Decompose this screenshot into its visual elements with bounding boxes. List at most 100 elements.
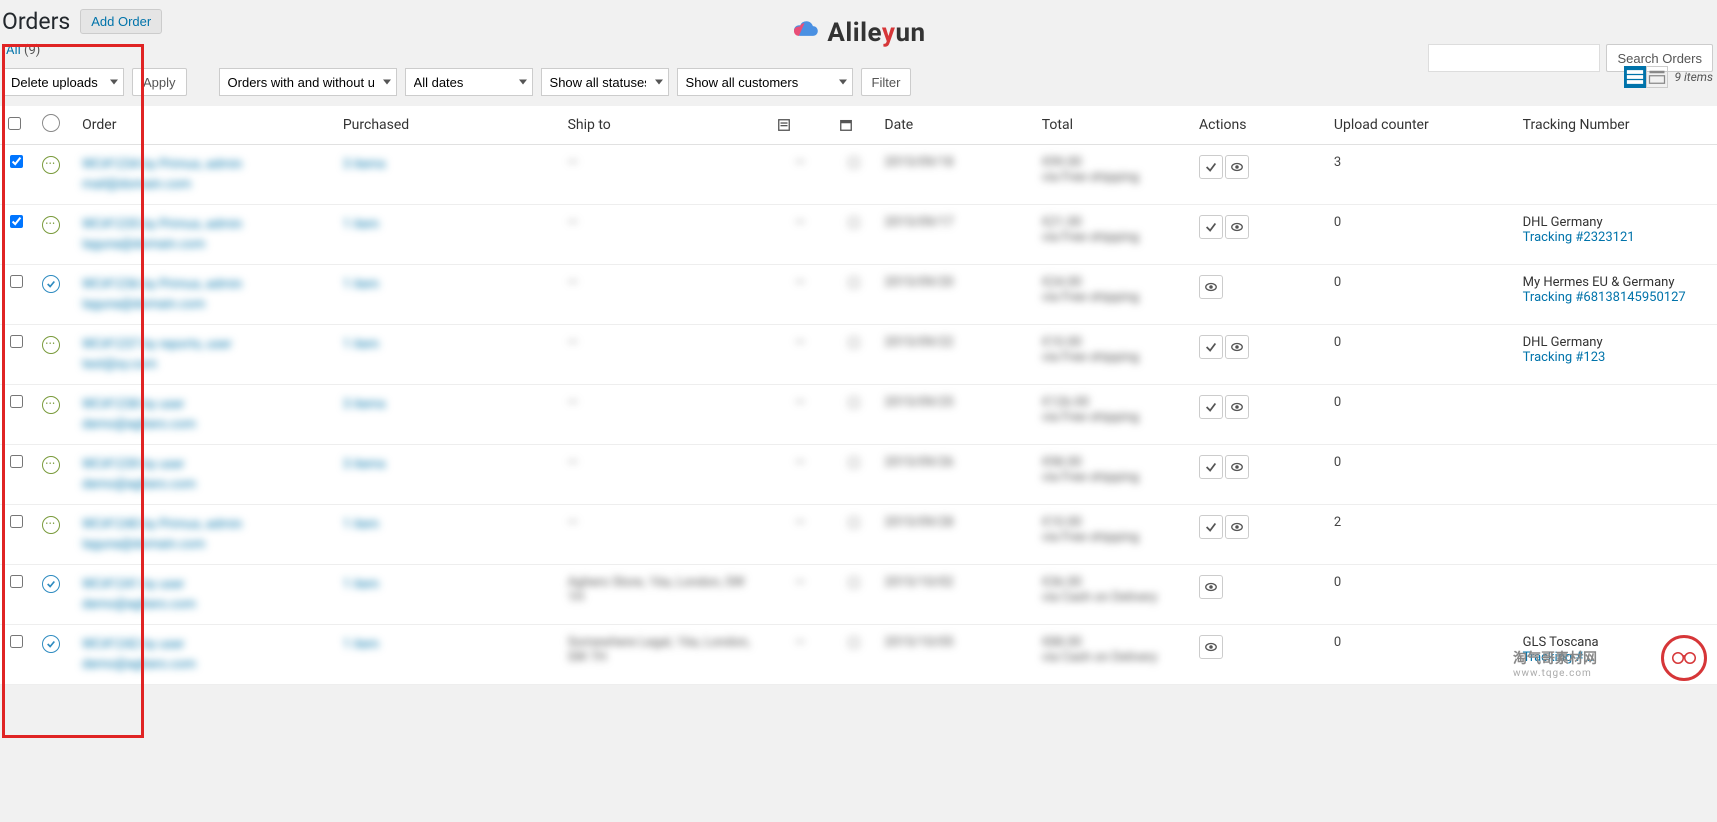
- purchased-items[interactable]: 1 item: [343, 275, 552, 295]
- customer-filter-select[interactable]: Show all customers: [677, 68, 853, 96]
- purchased-items[interactable]: 1 item: [343, 215, 552, 235]
- status-completed-icon: [42, 575, 60, 593]
- complete-order-button[interactable]: [1199, 335, 1223, 359]
- row-checkbox[interactable]: [10, 395, 23, 408]
- order-total-via: via Free shipping: [1042, 290, 1139, 305]
- order-link[interactable]: WC#1241 by user: [82, 575, 327, 595]
- date-icon-cell: ▢: [848, 395, 860, 410]
- complete-order-button[interactable]: [1199, 395, 1223, 419]
- order-email[interactable]: mail@domain.com: [82, 175, 327, 195]
- order-row: ••• WC#1240 by Primus, adminlaguna@domain…: [0, 505, 1717, 565]
- view-order-button[interactable]: [1225, 215, 1249, 239]
- view-order-button[interactable]: [1199, 275, 1223, 299]
- order-date: 2015/09/25: [884, 395, 953, 410]
- view-order-button[interactable]: [1225, 455, 1249, 479]
- brand-logo: Alileyun: [791, 18, 925, 48]
- date-icon-cell: ▢: [848, 335, 860, 350]
- purchased-items[interactable]: 1 item: [343, 575, 552, 595]
- purchased-items[interactable]: 1 item: [343, 335, 552, 355]
- order-date: 2015/09/20: [884, 275, 953, 290]
- view-order-button[interactable]: [1225, 155, 1249, 179]
- order-email[interactable]: demo@aghero.com: [82, 415, 327, 435]
- purchased-items[interactable]: 3 items: [343, 155, 552, 175]
- note-cell: —: [795, 635, 805, 650]
- status-processing-icon: •••: [42, 216, 60, 234]
- row-checkbox[interactable]: [10, 575, 23, 588]
- add-order-button[interactable]: Add Order: [80, 9, 162, 34]
- column-purchased: Purchased: [335, 106, 560, 145]
- view-excerpt-button[interactable]: [1646, 66, 1668, 88]
- order-link[interactable]: WC#1240 by Primus, admin: [82, 515, 327, 535]
- order-link[interactable]: WC#1238 by user: [82, 395, 327, 415]
- purchased-items[interactable]: 1 item: [343, 515, 552, 535]
- order-link[interactable]: WC#1235 by Primus, admin: [82, 215, 327, 235]
- order-link[interactable]: WC#1242 by user: [82, 635, 327, 655]
- status-processing-icon: •••: [42, 516, 60, 534]
- status-header-icon: [42, 114, 60, 132]
- filter-button[interactable]: Filter: [861, 68, 912, 96]
- bulk-action-select[interactable]: Delete uploads: [2, 68, 124, 96]
- order-email[interactable]: demo@aghero.com: [82, 475, 327, 495]
- order-email[interactable]: laguna@domain.com: [82, 295, 327, 315]
- view-order-button[interactable]: [1225, 395, 1249, 419]
- row-checkbox[interactable]: [10, 455, 23, 468]
- complete-order-button[interactable]: [1199, 455, 1223, 479]
- view-order-button[interactable]: [1225, 515, 1249, 539]
- order-row: WC#1241 by userdemo@aghero.com1 itemAghe…: [0, 565, 1717, 625]
- tracking-link[interactable]: Tracking #123: [1523, 350, 1709, 365]
- upload-counter: 0: [1334, 455, 1341, 470]
- note-cell: —: [795, 275, 805, 290]
- filter-all-link[interactable]: All: [6, 43, 21, 58]
- order-email[interactable]: laguna@domain.com: [82, 235, 327, 255]
- order-link[interactable]: WC#1234 by Primus, admin: [82, 155, 327, 175]
- order-total-via: via Free shipping: [1042, 410, 1139, 425]
- column-date[interactable]: Date: [876, 106, 1033, 145]
- order-email[interactable]: laguna@domain.com: [82, 535, 327, 555]
- tracking-link[interactable]: Tracking #2323121: [1523, 230, 1709, 245]
- order-total: €99.00: [1042, 155, 1082, 170]
- upload-counter: 0: [1334, 635, 1341, 650]
- tracking-provider: My Hermes EU & Germany: [1523, 275, 1675, 290]
- order-link[interactable]: WC#1236 by Primus, admin: [82, 275, 327, 295]
- filter-all-count: (9): [24, 43, 40, 58]
- watermark-text: 淘气哥素材网 www.tqge.com: [1513, 648, 1597, 679]
- upload-counter: 2: [1334, 515, 1341, 530]
- order-row: •••WC#1239 by userdemo@aghero.com3 items…: [0, 445, 1717, 505]
- note-cell: —: [795, 215, 805, 230]
- purchased-items[interactable]: 1 item: [343, 635, 552, 655]
- row-checkbox[interactable]: [10, 215, 23, 228]
- column-actions: Actions: [1191, 106, 1326, 145]
- date-icon-cell: ▢: [848, 515, 860, 530]
- complete-order-button[interactable]: [1199, 155, 1223, 179]
- select-all-checkbox[interactable]: [8, 117, 21, 130]
- column-order[interactable]: Order: [74, 106, 335, 145]
- view-order-button[interactable]: [1199, 635, 1223, 659]
- purchased-items[interactable]: 3 items: [343, 395, 552, 415]
- cloud-icon: [791, 20, 819, 46]
- status-filter-select[interactable]: Show all statuses: [541, 68, 669, 96]
- row-checkbox[interactable]: [10, 515, 23, 528]
- row-checkbox[interactable]: [10, 275, 23, 288]
- order-email[interactable]: demo@aghero.com: [82, 595, 327, 615]
- column-upload-counter: Upload counter: [1326, 106, 1515, 145]
- row-checkbox[interactable]: [10, 335, 23, 348]
- purchased-items[interactable]: 3 items: [343, 455, 552, 475]
- watermark-badge: [1661, 635, 1707, 681]
- complete-order-button[interactable]: [1199, 515, 1223, 539]
- order-link[interactable]: WC#1237 by reports, user: [82, 335, 327, 355]
- row-checkbox[interactable]: [10, 155, 23, 168]
- view-order-button[interactable]: [1199, 575, 1223, 599]
- order-total-via: via Free shipping: [1042, 470, 1139, 485]
- view-order-button[interactable]: [1225, 335, 1249, 359]
- order-link[interactable]: WC#1239 by user: [82, 455, 327, 475]
- complete-order-button[interactable]: [1199, 215, 1223, 239]
- row-checkbox[interactable]: [10, 635, 23, 648]
- tracking-link[interactable]: Tracking #68138145950127: [1523, 290, 1709, 305]
- column-total[interactable]: Total: [1034, 106, 1191, 145]
- view-list-button[interactable]: [1624, 66, 1646, 88]
- order-email[interactable]: test@xy.com: [82, 355, 327, 375]
- dates-filter-select[interactable]: All dates: [405, 68, 533, 96]
- apply-button[interactable]: Apply: [132, 68, 187, 96]
- order-email[interactable]: demo@aghero.com: [82, 655, 327, 675]
- uploads-filter-select[interactable]: Orders with and without u: [219, 68, 397, 96]
